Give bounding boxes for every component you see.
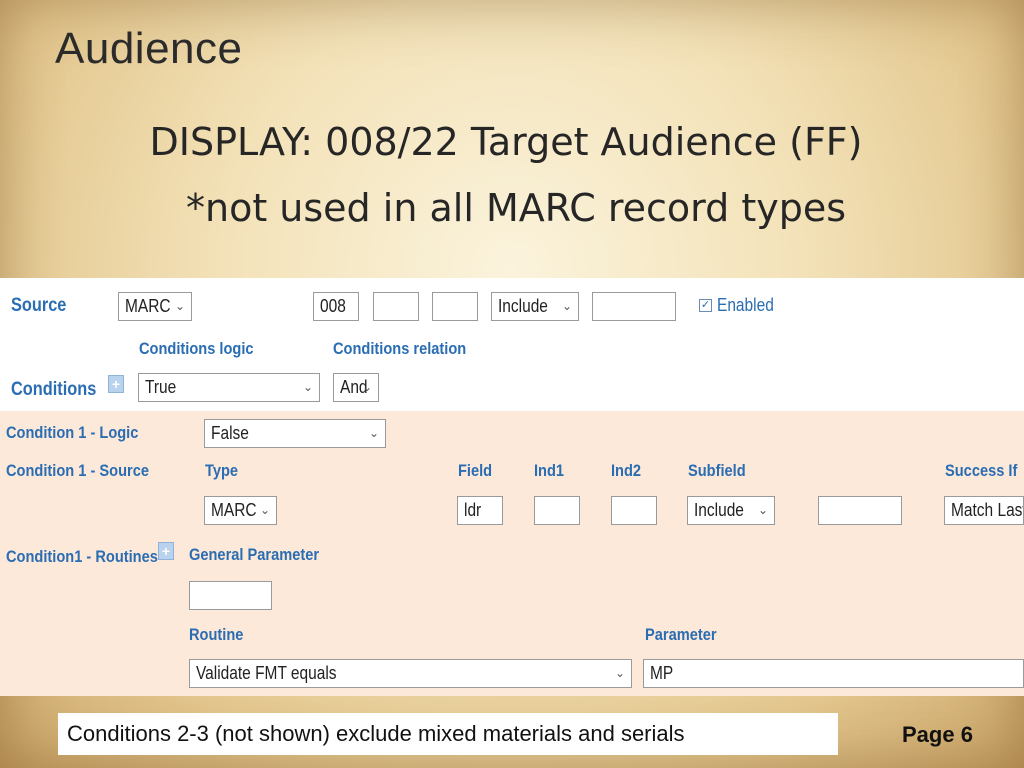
source-field-input[interactable]: 008 [313,292,359,321]
source-section: Source MARC ⌄ 008 Include ⌄ ✓ Enabled Co… [0,278,1024,411]
page-number: Page 6 [902,722,973,747]
chevron-down-icon: ⌄ [614,666,625,680]
condition1-field-input[interactable]: ldr [457,496,503,525]
source-subfield-mode-select[interactable]: Include ⌄ [491,292,579,321]
marc-rule-form: Source MARC ⌄ 008 Include ⌄ ✓ Enabled Co… [0,278,1024,696]
source-subfield-mode-value: Include [498,296,548,316]
slide-subtitle-note: *not used in all MARC record types [185,186,847,230]
type-column-label: Type [205,461,239,480]
condition1-logic-select[interactable]: False ⌄ [204,419,386,448]
conditions-logic-label: Conditions logic [139,339,254,358]
enabled-label: Enabled [717,295,774,315]
footer-note: Conditions 2-3 (not shown) exclude mixed… [58,713,838,755]
source-ind1-input[interactable] [373,292,419,321]
success-if-column-label: Success If [945,461,1018,480]
general-parameter-input[interactable] [189,581,272,610]
conditions-relation-label: Conditions relation [333,339,467,358]
conditions-logic-select[interactable]: True ⌄ [138,373,320,402]
conditions-relation-select[interactable]: And ⌄ [333,373,379,402]
routine-value: Validate FMT equals [196,663,337,683]
source-field-value: 008 [320,296,346,316]
condition1-subfield-mode-value: Include [694,500,744,520]
chevron-down-icon: ⌄ [174,299,185,313]
condition1-field-value: ldr [464,500,482,520]
chevron-down-icon: ⌄ [302,380,313,394]
source-ind2-input[interactable] [432,292,478,321]
condition1-logic-label: Condition 1 - Logic [6,423,139,442]
chevron-down-icon: ⌄ [259,503,270,517]
field-column-label: Field [458,461,493,480]
chevron-down-icon: ⌄ [561,299,572,313]
add-condition-icon[interactable]: + [108,375,124,393]
parameter-label: Parameter [645,625,717,644]
condition1-subfield-mode-select[interactable]: Include ⌄ [687,496,775,525]
enabled-checkbox[interactable]: ✓ [699,299,712,312]
condition1-routines-label: Condition1 - Routines [6,547,158,566]
chevron-down-icon: ⌄ [757,503,768,517]
condition1-ind2-input[interactable] [611,496,657,525]
source-label: Source [11,295,67,316]
parameter-input[interactable]: MP [643,659,1024,688]
condition1-source-label: Condition 1 - Source [6,461,149,480]
add-routine-icon[interactable]: + [158,542,174,560]
slide-subtitle-display: DISPLAY: 008/22 Target Audience (FF) [149,120,863,164]
condition1-logic-value: False [211,423,249,443]
routine-label: Routine [189,625,244,644]
source-type-value: MARC [125,296,171,316]
source-type-select[interactable]: MARC ⌄ [118,292,192,321]
condition1-ind1-input[interactable] [534,496,580,525]
parameter-value: MP [650,663,674,683]
slide-title: Audience [55,24,243,73]
conditions-label: Conditions [11,379,97,400]
condition1-section: Condition 1 - Logic False ⌄ Condition 1 … [0,411,1024,696]
ind1-column-label: Ind1 [534,461,565,480]
source-subfield-input[interactable] [592,292,676,321]
chevron-down-icon: ⌄ [361,380,372,394]
ind2-column-label: Ind2 [611,461,642,480]
routine-select[interactable]: Validate FMT equals ⌄ [189,659,632,688]
chevron-down-icon: ⌄ [368,426,379,440]
subfield-column-label: Subfield [688,461,746,480]
condition1-success-if-value: Match Last [951,500,1024,520]
condition1-type-value: MARC [211,500,257,520]
conditions-logic-value: True [145,377,177,397]
condition1-success-if-select[interactable]: Match Last [944,496,1024,525]
condition1-subfield-input[interactable] [818,496,902,525]
general-parameter-label: General Parameter [189,545,320,564]
condition1-type-select[interactable]: MARC ⌄ [204,496,277,525]
